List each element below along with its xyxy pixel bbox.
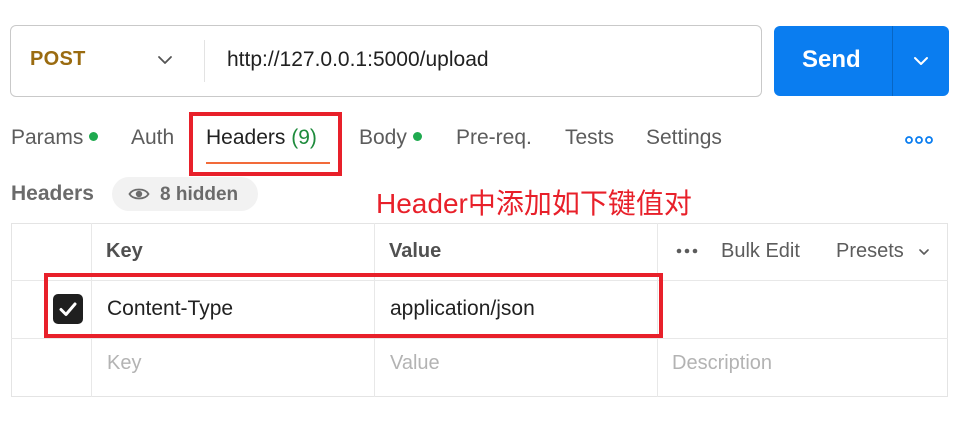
tab-pre-request[interactable]: Pre-req.	[456, 126, 532, 150]
bulk-edit-button[interactable]: Bulk Edit	[721, 240, 800, 263]
chevron-down-icon[interactable]	[910, 50, 932, 72]
row-divider	[11, 338, 948, 339]
presets-dropdown[interactable]: Presets	[836, 240, 904, 263]
new-key-input[interactable]: Key	[107, 352, 141, 375]
tab-params[interactable]: Params	[11, 126, 99, 150]
eye-icon[interactable]	[128, 184, 150, 204]
headers-section-title: Headers	[11, 182, 94, 205]
chevron-down-icon[interactable]	[155, 50, 175, 70]
highlight-box-headers-tab	[189, 112, 342, 176]
send-label[interactable]: Send	[802, 46, 861, 74]
method-select[interactable]: POST	[30, 48, 86, 71]
tab-label: Params	[11, 126, 84, 149]
annotation-text: Header中添加如下键值对	[376, 188, 692, 219]
send-divider	[892, 26, 893, 96]
chevron-down-icon[interactable]	[917, 245, 931, 259]
column-header-value: Value	[389, 240, 442, 262]
more-horizontal-icon[interactable]	[676, 248, 698, 254]
tab-auth[interactable]: Auth	[131, 126, 174, 150]
new-value-input[interactable]: Value	[390, 352, 440, 375]
tab-label: Settings	[646, 126, 722, 149]
tab-tests[interactable]: Tests	[565, 126, 614, 150]
tab-label: Auth	[131, 126, 175, 149]
tab-label: Tests	[565, 126, 615, 149]
tab-settings[interactable]: Settings	[646, 126, 722, 150]
tab-body[interactable]: Body	[359, 126, 422, 150]
status-dot	[89, 132, 99, 141]
new-description-input[interactable]: Description	[672, 352, 772, 375]
column-header-key: Key	[106, 240, 143, 262]
more-horizontal-icon[interactable]	[905, 136, 933, 144]
url-divider	[204, 40, 205, 82]
tab-label: Body	[359, 126, 407, 149]
tab-label: Pre-req.	[456, 126, 532, 149]
hidden-count[interactable]: 8 hidden	[160, 184, 238, 206]
url-input[interactable]: http://127.0.0.1:5000/upload	[227, 48, 489, 72]
highlight-box-header-row	[44, 273, 663, 338]
status-dot	[412, 132, 422, 141]
